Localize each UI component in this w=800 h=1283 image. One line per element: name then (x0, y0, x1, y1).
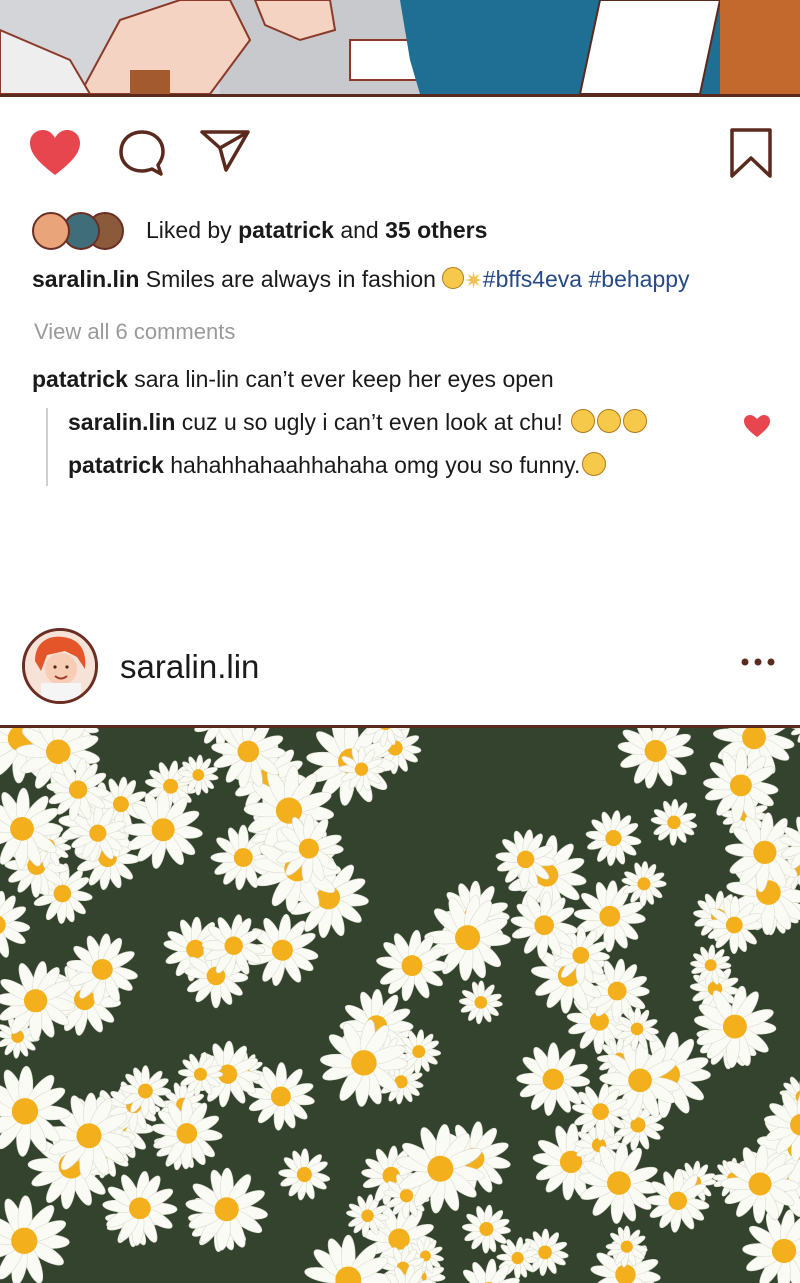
avatar[interactable] (22, 628, 98, 704)
expressionless-face-emoji-icon (582, 452, 606, 476)
comment-icon[interactable] (116, 128, 168, 178)
smiling-face-emoji-icon (442, 267, 464, 289)
liker-avatars (30, 210, 130, 250)
reply-username[interactable]: patatrick (68, 452, 164, 478)
reply: patatrick hahahhahaahhahaha omg you so f… (68, 452, 606, 479)
reply-text: cuz u so ugly i can’t even look at chu! (175, 409, 569, 435)
likes-middle: and (334, 217, 385, 243)
reply-thread-line (46, 408, 48, 486)
caption-text: Smiles are always in fashion (139, 266, 442, 292)
send-icon[interactable] (198, 128, 252, 174)
post-username[interactable]: saralin.lin (120, 648, 259, 686)
liker-username[interactable]: patatrick (238, 217, 334, 243)
previous-post-image[interactable] (0, 0, 800, 97)
reply-like-heart-icon[interactable] (742, 413, 772, 439)
daisy-illustration (0, 728, 800, 1283)
likes-others[interactable]: 35 others (385, 217, 487, 243)
post-caption: saralin.lin Smiles are always in fashion… (32, 266, 690, 294)
reply: saralin.lin cuz u so ugly i can’t even l… (68, 409, 647, 436)
joy-emoji-icon (623, 409, 647, 433)
likes-summary: Liked by patatrick and 35 others (146, 217, 487, 244)
likes-prefix: Liked by (146, 217, 238, 243)
caption-username[interactable]: saralin.lin (32, 266, 139, 292)
reply-text: hahahhahaahhahaha omg you so funny. (164, 452, 580, 478)
more-dots-icon[interactable] (740, 655, 776, 669)
joy-emoji-icon (597, 409, 621, 433)
caption-hashtags[interactable]: #bffs4eva #behappy (483, 266, 690, 292)
comment: patatrick sara lin-lin can’t ever keep h… (32, 366, 554, 393)
likes-row[interactable]: Liked by patatrick and 35 others (30, 208, 487, 252)
comment-text: sara lin-lin can’t ever keep her eyes op… (128, 366, 554, 392)
liker-avatar (32, 212, 70, 250)
heart-icon[interactable] (28, 128, 82, 178)
sparkle-star-emoji-icon: ✷ (464, 268, 482, 294)
view-all-comments-link[interactable]: View all 6 comments (34, 319, 235, 345)
bookmark-icon[interactable] (728, 126, 774, 180)
reply-username[interactable]: saralin.lin (68, 409, 175, 435)
comment-username[interactable]: patatrick (32, 366, 128, 392)
post-image-daisies[interactable] (0, 725, 800, 1283)
rofl-emoji-icon (571, 409, 595, 433)
